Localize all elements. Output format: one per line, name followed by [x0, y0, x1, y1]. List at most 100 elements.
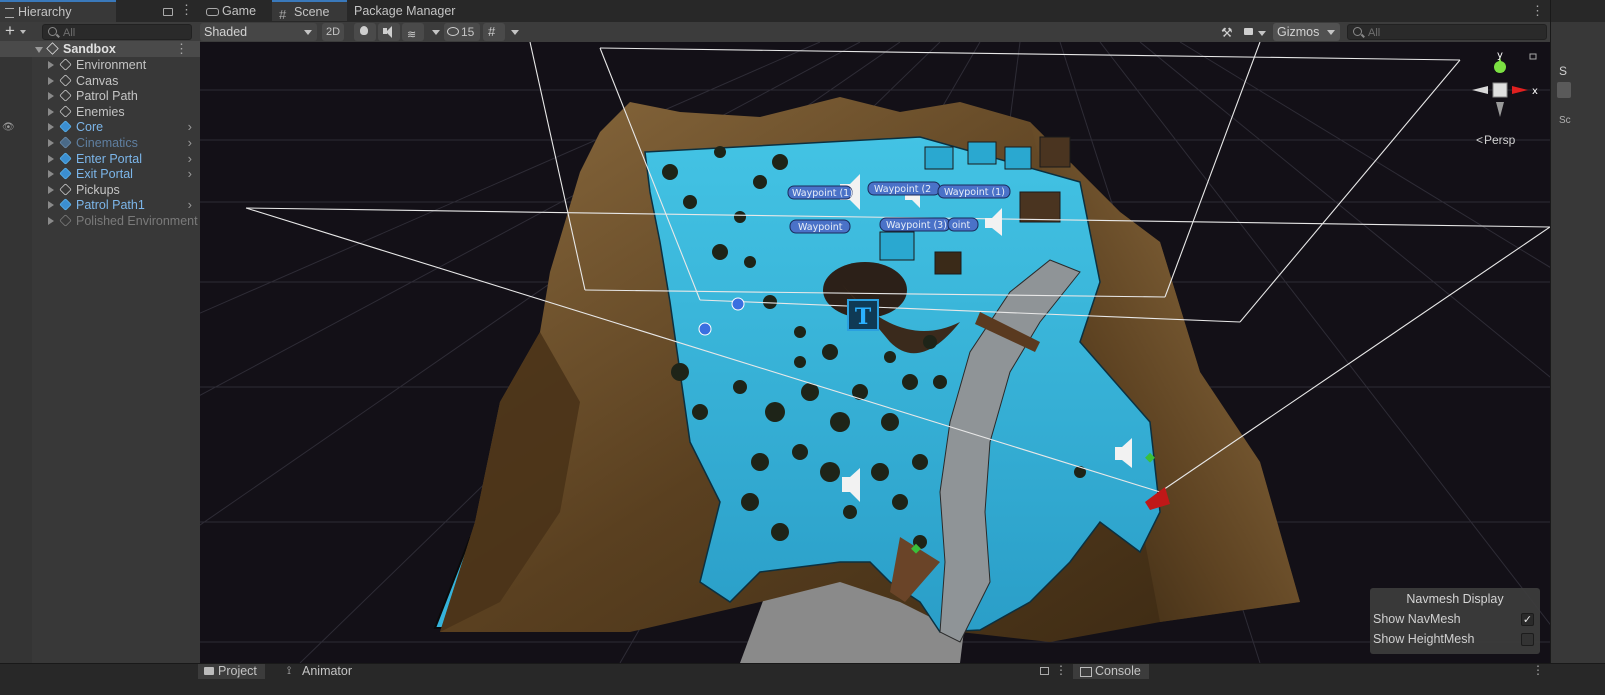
hierarchy-item[interactable]: Enter Portal › — [0, 151, 200, 167]
draw-mode-dropdown[interactable]: Shaded — [200, 23, 317, 41]
more-options-icon[interactable]: ⋮ — [1055, 663, 1067, 677]
expand-arrow-icon[interactable] — [48, 107, 54, 116]
show-heightmesh-checkbox[interactable] — [1521, 633, 1534, 646]
hierarchy-root-sandbox[interactable]: Sandbox ⋮ — [0, 41, 200, 57]
tab-scene[interactable]: # Scene — [272, 0, 347, 22]
effects-toggle-button[interactable]: ≋ — [402, 23, 424, 41]
chevron-right-icon[interactable]: › — [188, 119, 192, 135]
inspector-truncated-label: Sc — [1559, 115, 1571, 126]
prefab-icon — [59, 167, 72, 180]
hierarchy-item[interactable]: Core › — [0, 119, 200, 135]
prefab-icon — [59, 198, 72, 212]
chevron-right-icon[interactable]: › — [188, 135, 192, 151]
2d-toggle-button[interactable]: 2D — [322, 23, 344, 41]
waypoint-label: Waypoint (2 — [874, 184, 931, 195]
expand-arrow-icon[interactable] — [48, 123, 54, 132]
scene-render: T Waypoint (1) Waypoint (2 Waypoint (1) … — [200, 42, 1550, 663]
hierarchy-item[interactable]: Patrol Path — [0, 88, 200, 104]
gameobject-icon — [59, 58, 72, 71]
tab-project[interactable]: Project — [198, 664, 265, 679]
draw-mode-value: Shaded — [204, 25, 248, 39]
chevron-right-icon[interactable]: › — [188, 197, 192, 213]
expand-arrow-icon[interactable] — [48, 92, 54, 101]
add-icon[interactable]: + — [5, 22, 15, 40]
hierarchy-item[interactable]: Patrol Path1 › — [0, 197, 200, 213]
pickup-marker-icon — [731, 297, 745, 311]
hierarchy-item[interactable]: Polished Environment — [0, 213, 200, 229]
hierarchy-item[interactable]: Canvas — [0, 73, 200, 89]
orientation-gizmo[interactable]: y x — [1472, 50, 1538, 117]
hierarchy-item-label: Pickups — [76, 182, 120, 197]
hierarchy-item[interactable]: Enemies — [0, 104, 200, 120]
expand-arrow-icon[interactable] — [48, 217, 54, 225]
text-mesh-gizmo-label: T — [855, 304, 872, 330]
prefab-icon — [59, 136, 72, 149]
hierarchy-toolbar: + All — [0, 22, 200, 42]
gizmos-dropdown[interactable]: Gizmos — [1273, 23, 1340, 41]
hierarchy-item[interactable]: Cinematics › — [0, 135, 200, 151]
chevron-down-icon — [1327, 30, 1335, 35]
chevron-right-icon[interactable]: › — [188, 151, 192, 167]
chevron-down-icon[interactable] — [432, 30, 440, 35]
hierarchy-item[interactable]: Exit Portal › — [0, 166, 200, 182]
gameobject-icon — [59, 214, 72, 227]
hierarchy-search-input[interactable]: All — [42, 24, 192, 40]
expand-arrow-icon[interactable] — [48, 185, 54, 194]
tab-hierarchy[interactable]: Hierarchy — [0, 0, 116, 23]
tab-project-label: Project — [218, 664, 257, 678]
tab-game[interactable]: Game — [200, 0, 270, 22]
tab-console[interactable]: Console — [1073, 664, 1149, 679]
hidden-objects-toggle[interactable]: 15 — [444, 23, 480, 41]
hierarchy-item[interactable]: Pickups — [0, 182, 200, 198]
pickup-marker-icon — [698, 322, 712, 336]
tab-console-label: Console — [1095, 664, 1141, 678]
audio-toggle-button[interactable] — [378, 23, 400, 41]
hierarchy-item-label: Exit Portal — [76, 167, 133, 182]
console-icon — [1080, 667, 1092, 677]
projection-label[interactable]: Persp — [1484, 133, 1516, 147]
hierarchy-item-label: Cinematics — [76, 136, 138, 150]
waypoint-label: Waypoint — [798, 222, 843, 233]
scene-search-input[interactable]: All — [1347, 24, 1547, 40]
gameobject-icon — [59, 73, 72, 87]
more-options-icon[interactable]: ⋮ — [1531, 3, 1544, 19]
tools-button[interactable]: ⚒ — [1218, 23, 1238, 41]
more-options-icon[interactable]: ⋮ — [1532, 663, 1544, 677]
hierarchy-item[interactable]: Environment — [0, 57, 200, 73]
scene-toolbar: Shaded 2D ≋ 15 # ⚒ Gizmos All — [200, 22, 1550, 43]
waypoint-label: Waypoint (3) — [886, 220, 947, 231]
tab-animator[interactable]: ⟟ Animator — [282, 664, 360, 679]
grid-snap-button[interactable]: # — [483, 23, 505, 41]
waypoint-label: oint — [952, 220, 970, 231]
more-options-icon[interactable]: ⋮ — [175, 41, 188, 57]
tab-package-manager[interactable]: Package Manager — [346, 0, 463, 22]
unity-scene-icon — [46, 42, 59, 55]
inspector-tab-bar — [1551, 0, 1605, 22]
chevron-down-icon[interactable] — [511, 30, 519, 35]
more-options-icon[interactable]: ⋮ — [180, 3, 193, 17]
expand-arrow-icon[interactable] — [35, 47, 43, 53]
prefab-icon — [59, 120, 72, 134]
inspector-truncated-button[interactable] — [1557, 82, 1571, 98]
scene-area: Game # Scene Package Manager ⋮ Shaded 2D… — [200, 0, 1550, 663]
expand-arrow-icon[interactable] — [48, 76, 54, 85]
chevron-right-icon[interactable]: › — [188, 166, 192, 182]
lighting-toggle-button[interactable] — [354, 23, 376, 41]
tab-scene-label: Scene — [294, 5, 330, 19]
search-placeholder: All — [63, 27, 76, 39]
lock-icon[interactable] — [1529, 53, 1537, 60]
expand-arrow-icon[interactable] — [48, 154, 54, 163]
expand-arrow-icon[interactable] — [48, 61, 54, 69]
chevron-down-icon[interactable] — [20, 30, 26, 34]
hierarchy-item-label: Enemies — [76, 104, 125, 119]
lock-icon[interactable] — [163, 8, 173, 16]
bottom-tab-bar: Project ⟟ Animator ⋮ Console ⋮ — [0, 663, 1605, 695]
speaker-cone — [386, 26, 392, 38]
expand-arrow-icon[interactable] — [48, 170, 54, 179]
camera-settings-button[interactable] — [1242, 23, 1270, 41]
scene-viewport[interactable]: T Waypoint (1) Waypoint (2 Waypoint (1) … — [200, 42, 1550, 663]
expand-arrow-icon[interactable] — [48, 201, 54, 210]
expand-arrow-icon[interactable] — [48, 139, 54, 147]
show-navmesh-checkbox[interactable]: ✓ — [1521, 613, 1534, 626]
lock-icon[interactable] — [1040, 667, 1049, 675]
